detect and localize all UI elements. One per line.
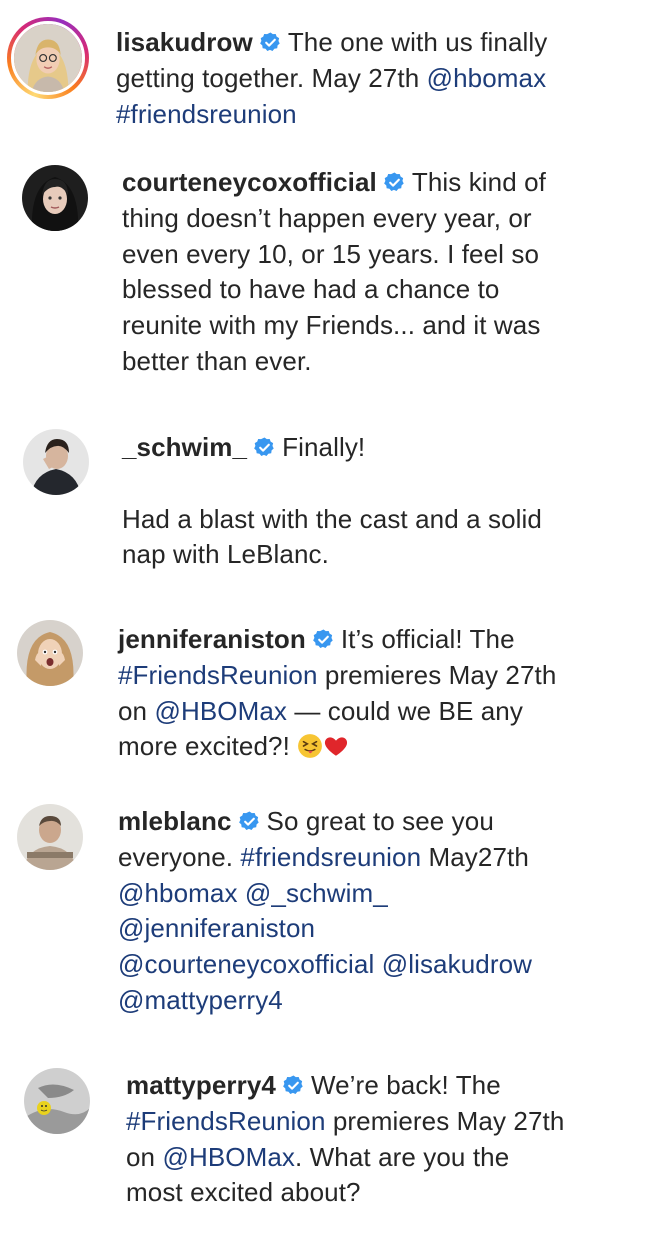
caption-text — [374, 949, 381, 979]
mention-link[interactable]: @mattyperry4 — [118, 985, 283, 1015]
caption-line: most excited about? — [126, 1175, 646, 1211]
caption-text — [238, 878, 245, 908]
mention-link[interactable]: @_schwim_ — [245, 878, 388, 908]
caption-schwim: _schwim_ Finally! Had a blast with the cas… — [122, 430, 642, 573]
caption-line: mleblanc So great to see you — [118, 804, 638, 840]
caption-text: — could we BE any — [287, 695, 523, 726]
caption-text: blessed to have had a chance to — [122, 274, 500, 305]
username-link[interactable]: jenniferaniston — [118, 624, 306, 654]
caption-line: reunite with my Friends... and it was — [122, 308, 642, 344]
verified-badge-icon — [312, 625, 335, 649]
username-link[interactable]: courteneycoxofficial — [122, 167, 377, 197]
verified-badge-icon — [253, 433, 276, 457]
caption-text: on — [118, 695, 155, 726]
caption-line: mattyperry4 We’re back! The — [126, 1068, 646, 1104]
caption-line: @courteneycoxofficial @lisakudrow — [118, 947, 638, 983]
caption-line: @jenniferaniston — [118, 911, 638, 947]
caption-jenniferaniston: jenniferaniston It’s official! The #Friend… — [118, 622, 638, 765]
avatar-lisakudrow[interactable] — [7, 17, 89, 99]
caption-line: #FriendsReunion premieres May 27th — [118, 658, 638, 694]
verified-badge-icon — [282, 1071, 305, 1095]
post-mattyperry4: mattyperry4 We’re back! The #FriendsReunio… — [0, 1058, 652, 1228]
caption-text: on — [126, 1141, 163, 1172]
verified-badge-icon — [238, 807, 261, 831]
caption-text: premieres May 27th — [325, 1105, 565, 1136]
post-mleblanc: mleblanc So great to see you everyone. #fr… — [0, 795, 652, 1035]
post-lisakudrow: lisakudrow The one with us finally getting… — [0, 0, 652, 140]
avatar-courteneycoxofficial[interactable] — [22, 165, 88, 231]
post-jenniferaniston: jenniferaniston It’s official! The #Friend… — [0, 610, 652, 780]
caption-line: blessed to have had a chance to — [122, 272, 642, 308]
caption-text: So great to see you — [266, 806, 494, 836]
mention-link[interactable]: @courteneycoxofficial — [118, 949, 374, 979]
caption-line: on @HBOMax — could we BE any — [118, 694, 638, 730]
caption-line: everyone. #friendsreunion May27th — [118, 840, 638, 876]
caption-line: #FriendsReunion premieres May 27th — [126, 1104, 646, 1140]
hashtag-link[interactable]: #FriendsReunion — [126, 1106, 326, 1136]
caption-line: courteneycoxofficial This kind of — [122, 165, 642, 201]
caption-text: Had a blast with the cast and a solid — [122, 503, 542, 534]
caption-line: jenniferaniston It’s official! The — [118, 622, 638, 658]
caption-text: Finally! — [282, 432, 366, 462]
caption-line: nap with LeBlanc. — [122, 537, 642, 573]
hashtag-link[interactable]: #friendsreunion — [116, 99, 297, 129]
caption-line — [122, 466, 642, 502]
mention-link[interactable]: @lisakudrow — [382, 949, 532, 979]
caption-line: on @HBOMax. What are you the — [126, 1140, 646, 1176]
caption-text: It’s official! The — [340, 624, 515, 654]
username-link[interactable]: mattyperry4 — [126, 1070, 276, 1100]
post-schwim: _schwim_ Finally! Had a blast with the cas… — [0, 420, 652, 590]
caption-text: thing doesn’t happen every year, or — [122, 202, 532, 233]
mention-link[interactable]: @HBOMax — [162, 1142, 295, 1172]
post-courteneycoxofficial: courteneycoxofficial This kind of thing do… — [0, 150, 652, 390]
mention-link[interactable]: @HBOMax — [154, 696, 287, 726]
caption-line: @hbomax @_schwim_ — [118, 876, 638, 912]
caption-text: reunite with my Friends... and it was — [122, 310, 541, 341]
caption-line: @mattyperry4 — [118, 983, 638, 1019]
caption-text: . What are you the — [295, 1141, 510, 1172]
mention-link[interactable]: @hbomax — [118, 878, 238, 908]
caption-lisakudrow: lisakudrow The one with us finally getting… — [116, 25, 636, 132]
hashtag-link[interactable]: #FriendsReunion — [118, 660, 318, 690]
caption-courteneycoxofficial: courteneycoxofficial This kind of thing do… — [122, 165, 642, 380]
caption-text: This kind of — [411, 167, 547, 197]
verified-badge-icon — [259, 28, 282, 52]
caption-text: nap with LeBlanc. — [122, 539, 329, 570]
caption-line: _schwim_ Finally! — [122, 430, 642, 466]
mention-link[interactable]: @hbomax — [427, 63, 547, 93]
avatar-schwim[interactable] — [23, 429, 89, 495]
caption-text: more excited?! — [118, 731, 298, 762]
caption-line: thing doesn’t happen every year, or — [122, 201, 642, 237]
username-link[interactable]: _schwim_ — [122, 432, 247, 462]
caption-line: more excited?! — [118, 729, 638, 765]
caption-text: The one with us finally — [287, 27, 548, 57]
username-link[interactable]: mleblanc — [118, 806, 232, 836]
username-link[interactable]: lisakudrow — [116, 27, 253, 57]
avatar-jenniferaniston[interactable] — [17, 620, 83, 686]
caption-line: getting together. May 27th @hbomax — [116, 61, 636, 97]
mention-link[interactable]: @jenniferaniston — [118, 913, 315, 943]
caption-mattyperry4: mattyperry4 We’re back! The #FriendsReunio… — [126, 1068, 646, 1211]
hashtag-link[interactable]: #friendsreunion — [240, 842, 421, 872]
caption-line: #friendsreunion — [116, 97, 636, 133]
caption-text: May27th — [421, 841, 529, 872]
caption-text: getting together. May 27th — [116, 62, 427, 93]
caption-line: better than ever. — [122, 344, 642, 380]
caption-text: even every 10, or 15 years. I feel so — [122, 238, 540, 269]
avatar-mleblanc[interactable] — [17, 804, 83, 870]
caption-text: better than ever. — [122, 345, 312, 376]
caption-text: most excited about? — [126, 1177, 361, 1208]
verified-badge-icon — [383, 168, 406, 192]
caption-mleblanc: mleblanc So great to see you everyone. #fr… — [118, 804, 638, 1019]
squinting-tongue-face-icon — [297, 733, 323, 759]
red-heart-icon — [323, 733, 349, 759]
caption-line: even every 10, or 15 years. I feel so — [122, 237, 642, 273]
caption-line: Had a blast with the cast and a solid — [122, 502, 642, 538]
avatar-mattyperry4[interactable] — [24, 1068, 90, 1134]
caption-text: everyone. — [118, 841, 241, 872]
caption-line: lisakudrow The one with us finally — [116, 25, 636, 61]
caption-text: premieres May 27th — [317, 659, 557, 690]
caption-text: We’re back! The — [310, 1070, 501, 1100]
